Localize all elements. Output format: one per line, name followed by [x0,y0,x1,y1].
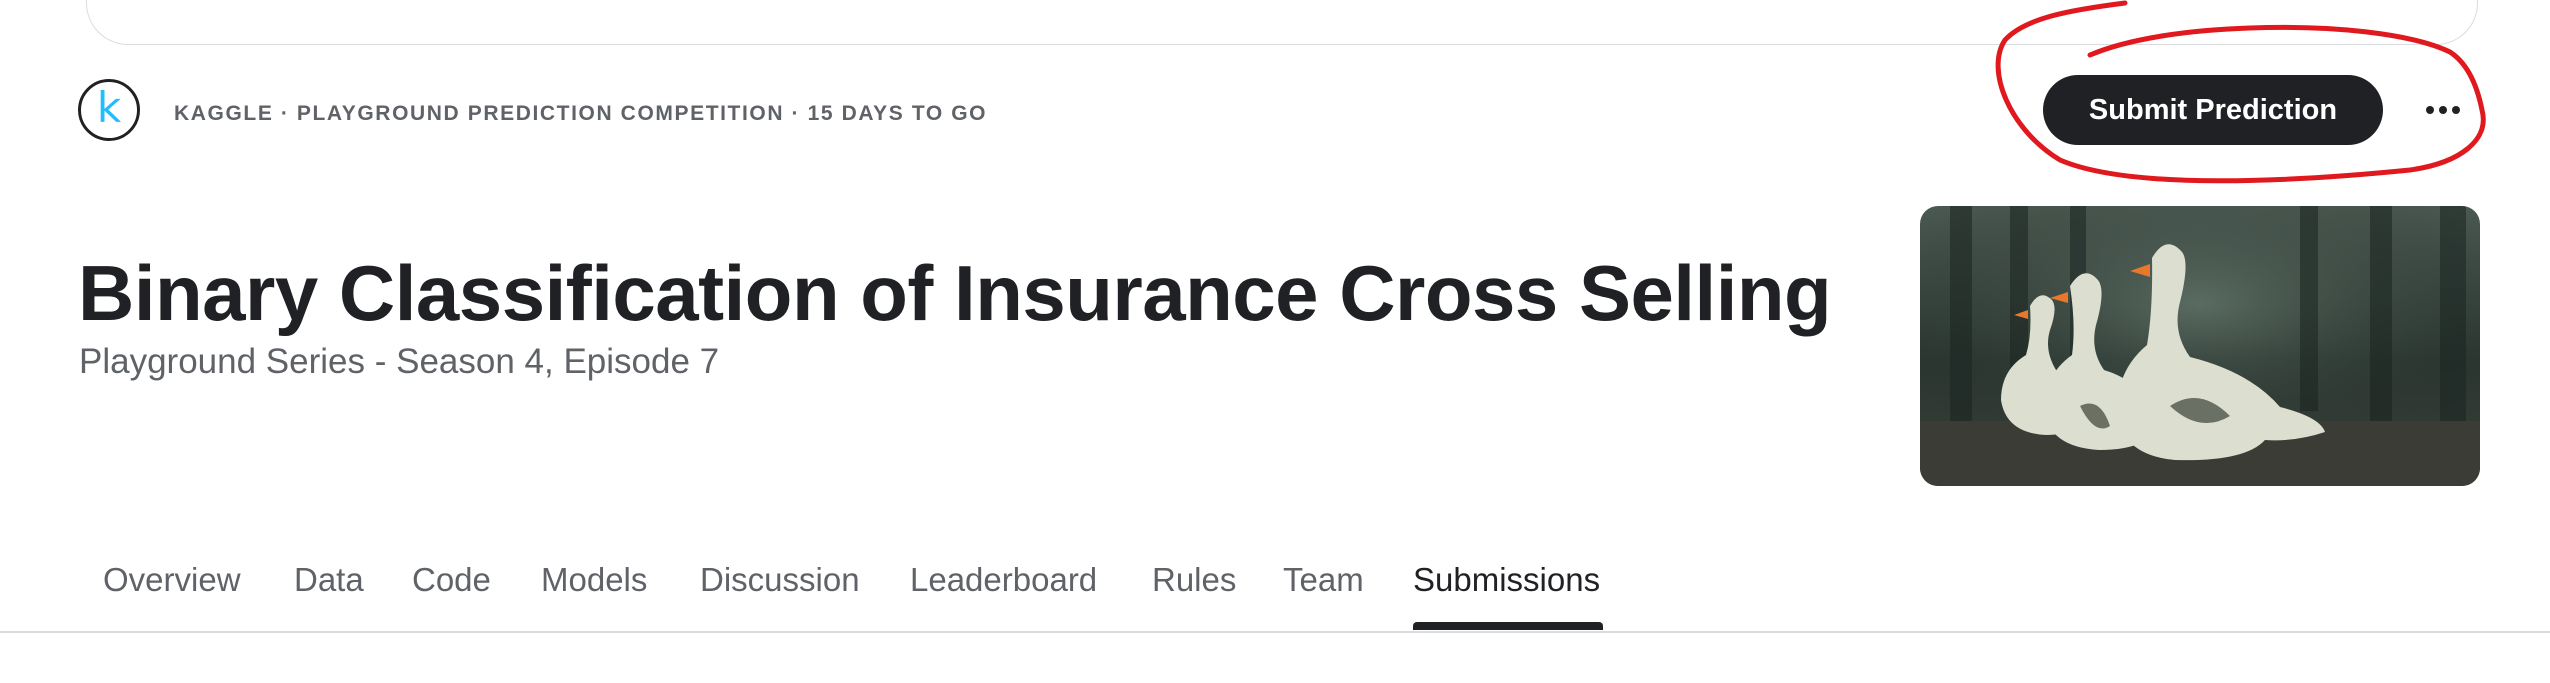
tab-team[interactable]: Team [1283,561,1364,599]
tab-overview[interactable]: Overview [103,561,241,599]
tab-leaderboard[interactable]: Leaderboard [910,561,1097,599]
active-tab-indicator [1413,622,1603,630]
more-options-icon[interactable] [2418,90,2468,130]
tab-discussion[interactable]: Discussion [700,561,860,599]
host-logo-letter: k [96,83,122,132]
tab-data[interactable]: Data [294,561,364,599]
submit-prediction-button[interactable]: Submit Prediction [2043,75,2383,145]
kaggle-host-logo[interactable]: k [78,79,140,141]
tab-models[interactable]: Models [541,561,647,599]
tab-submissions[interactable]: Submissions [1413,561,1600,599]
competition-header-image [1920,206,2480,486]
top-search-card [86,0,2478,45]
tab-code[interactable]: Code [412,561,491,599]
tab-rules[interactable]: Rules [1152,561,1236,599]
page-title: Binary Classification of Insurance Cross… [78,249,1832,337]
competition-tabs: Overview Data Code Models Discussion Lea… [0,545,2550,633]
page-subtitle: Playground Series - Season 4, Episode 7 [79,342,720,381]
competition-meta: KAGGLE · PLAYGROUND PREDICTION COMPETITI… [174,102,988,125]
